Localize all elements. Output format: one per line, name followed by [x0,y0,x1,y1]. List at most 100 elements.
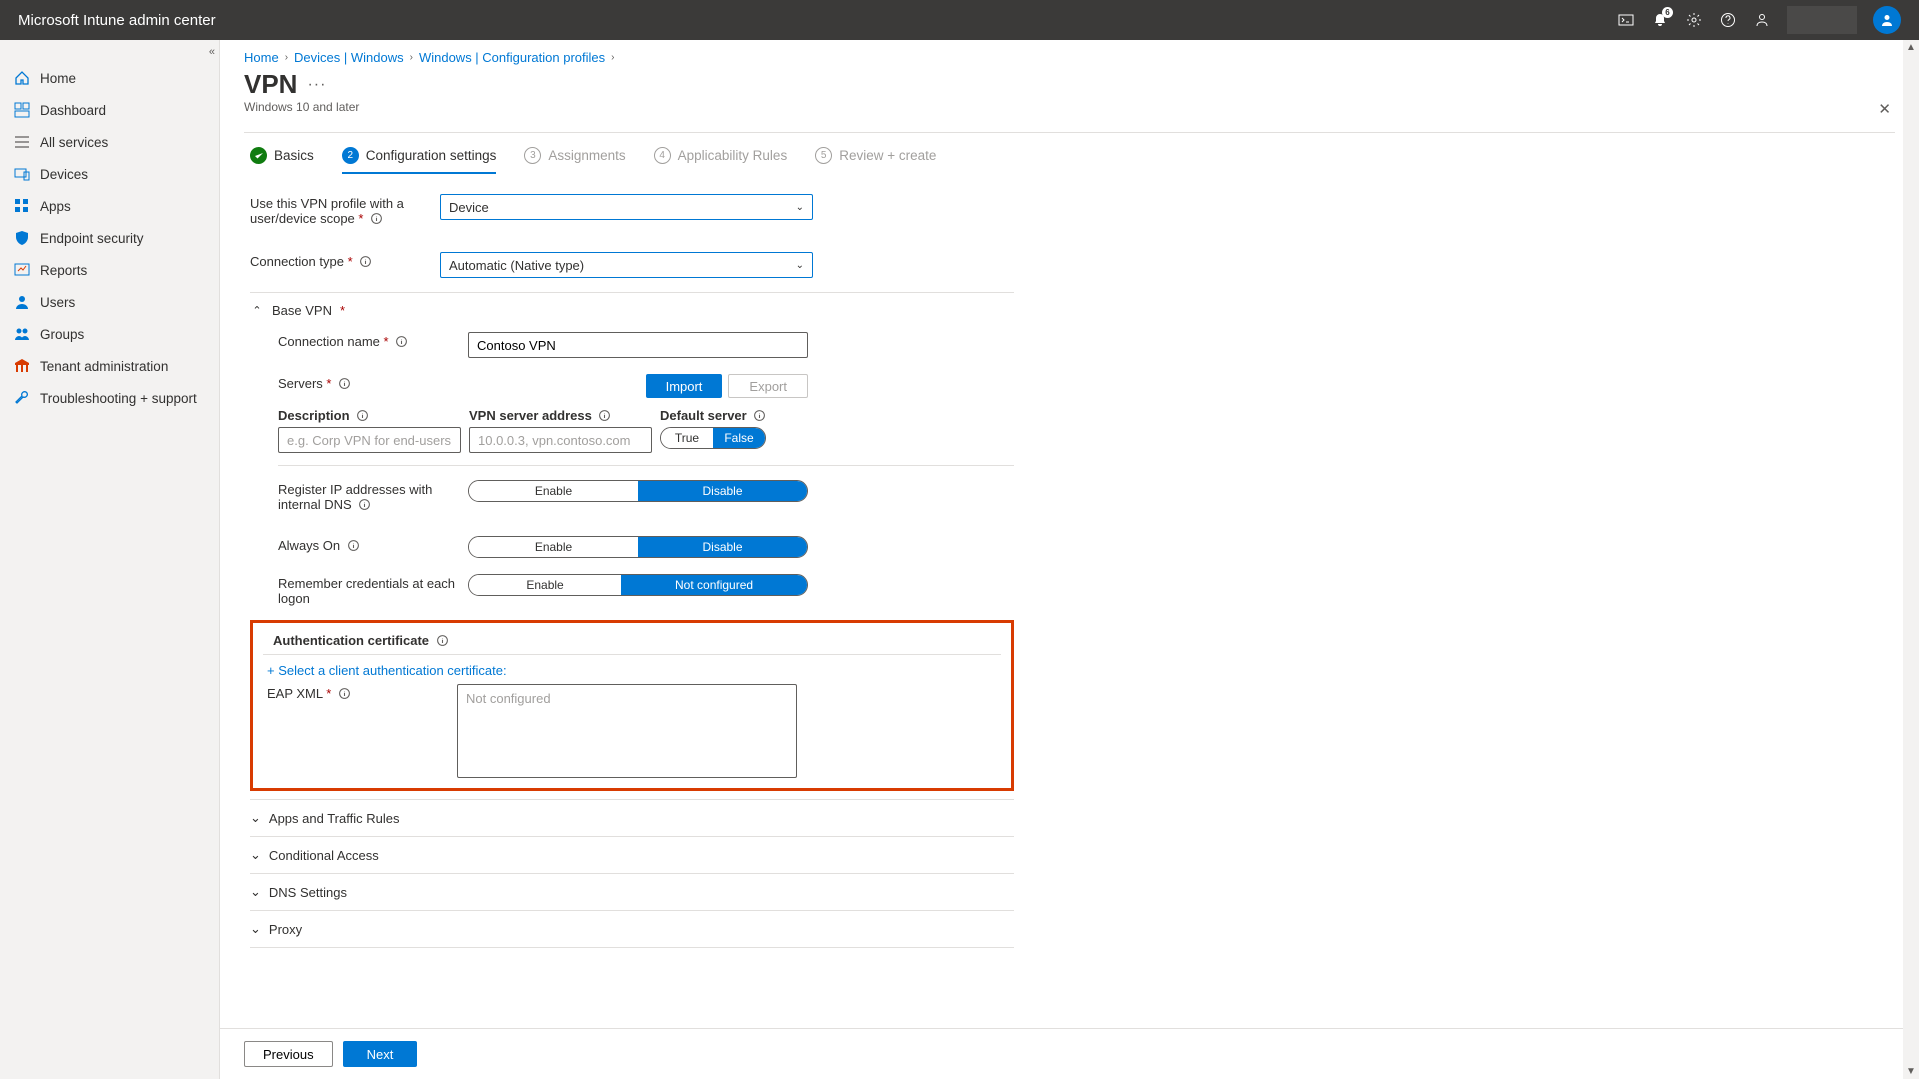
step-applicability[interactable]: 4 Applicability Rules [654,147,788,174]
description-column-label: Description [278,408,461,423]
section-apps-traffic[interactable]: ⌄ Apps and Traffic Rules [250,799,1014,836]
toggle-enable[interactable]: Enable [469,481,638,501]
close-blade-icon[interactable]: ✕ [1878,100,1891,118]
register-dns-toggle[interactable]: Enable Disable [468,480,808,502]
avatar[interactable] [1873,6,1901,34]
apps-icon [14,198,30,214]
cloud-shell-icon[interactable] [1617,11,1635,29]
topbar: Microsoft Intune admin center 6 [0,0,1919,40]
step-label: Assignments [548,148,625,163]
main-content: ✕ ▲ ▼ Home › Devices | Windows › Windows… [220,40,1919,1079]
info-icon[interactable] [395,335,408,348]
sidebar-item-label: Tenant administration [40,359,168,374]
sidebar-item-troubleshooting[interactable]: Troubleshooting + support [0,382,219,414]
connection-name-input[interactable] [468,332,808,358]
breadcrumb-devices[interactable]: Devices | Windows [294,50,404,65]
step-review[interactable]: 5 Review + create [815,147,936,174]
sidebar-item-devices[interactable]: Devices [0,158,219,190]
step-basics[interactable]: Basics [250,147,314,174]
sidebar-item-dashboard[interactable]: Dashboard [0,94,219,126]
toggle-enable[interactable]: Enable [469,537,638,557]
toggle-disable[interactable]: Disable [638,481,807,501]
remember-creds-toggle[interactable]: Enable Not configured [468,574,808,596]
feedback-icon[interactable] [1753,11,1771,29]
sidebar-item-apps[interactable]: Apps [0,190,219,222]
export-button[interactable]: Export [728,374,808,398]
help-icon[interactable] [1719,11,1737,29]
server-address-input[interactable] [469,427,652,453]
sidebar-item-label: Troubleshooting + support [40,391,197,406]
collapse-sidebar-icon[interactable]: « [209,46,215,58]
toggle-false[interactable]: False [713,428,765,448]
next-button[interactable]: Next [343,1041,418,1067]
import-button[interactable]: Import [646,374,723,398]
section-dns-settings[interactable]: ⌄ DNS Settings [250,873,1014,910]
sidebar-item-label: Apps [40,199,71,214]
sidebar-item-tenant[interactable]: Tenant administration [0,350,219,382]
list-icon [14,134,30,150]
report-icon [14,262,30,278]
breadcrumb-home[interactable]: Home [244,50,279,65]
chevron-right-icon: › [611,52,614,63]
toggle-not-configured[interactable]: Not configured [621,575,807,595]
info-icon[interactable] [358,498,371,511]
info-icon[interactable] [598,409,611,422]
sidebar-item-users[interactable]: Users [0,286,219,318]
info-icon[interactable] [753,409,766,422]
connection-type-select[interactable]: Automatic (Native type)⌄ [440,252,813,278]
sidebar: « Home Dashboard All services Devices Ap… [0,40,220,1079]
scope-label: Use this VPN profile with a user/device … [250,194,440,226]
info-icon[interactable] [370,212,383,225]
shield-icon [14,230,30,246]
step-configuration[interactable]: 2 Configuration settings [342,147,497,174]
settings-icon[interactable] [1685,11,1703,29]
server-description-input[interactable] [278,427,461,453]
info-icon[interactable] [338,687,351,700]
notifications-icon[interactable]: 6 [1651,11,1669,29]
section-base-vpn[interactable]: ⌃ Base VPN * [250,292,1014,324]
scope-select[interactable]: Device⌄ [440,194,813,220]
step-label: Applicability Rules [678,148,788,163]
connection-name-label: Connection name * [278,332,468,349]
info-icon[interactable] [347,539,360,552]
more-actions-icon[interactable]: ··· [307,76,326,94]
breadcrumb-profiles[interactable]: Windows | Configuration profiles [419,50,605,65]
toggle-enable[interactable]: Enable [469,575,621,595]
section-conditional-access[interactable]: ⌄ Conditional Access [250,836,1014,873]
sidebar-item-reports[interactable]: Reports [0,254,219,286]
section-proxy[interactable]: ⌄ Proxy [250,910,1014,948]
toggle-true[interactable]: True [661,428,713,448]
step-assignments[interactable]: 3 Assignments [524,147,625,174]
sidebar-item-all-services[interactable]: All services [0,126,219,158]
chevron-right-icon: › [285,52,288,63]
toggle-disable[interactable]: Disable [638,537,807,557]
sidebar-item-label: Home [40,71,76,86]
notification-badge: 6 [1662,7,1673,18]
sidebar-item-label: All services [40,135,108,150]
sidebar-item-label: Reports [40,263,87,278]
info-icon[interactable] [338,377,351,390]
info-icon[interactable] [436,634,449,647]
default-server-label: Default server [660,408,766,423]
register-dns-label: Register IP addresses with internal DNS [278,480,468,512]
auth-cert-heading: Authentication certificate [263,631,1001,654]
tenant-icon [14,358,30,374]
servers-label: Servers * [278,374,468,391]
eap-xml-textarea[interactable] [457,684,797,778]
chevron-down-icon: ⌄ [796,202,804,213]
sidebar-item-label: Groups [40,327,84,342]
app-title: Microsoft Intune admin center [18,12,216,29]
connection-type-label: Connection type * [250,252,440,269]
scrollbar[interactable]: ▲ ▼ [1903,40,1919,1079]
default-server-toggle[interactable]: True False [660,427,766,449]
sidebar-item-home[interactable]: Home [0,62,219,94]
sidebar-item-endpoint-security[interactable]: Endpoint security [0,222,219,254]
always-on-toggle[interactable]: Enable Disable [468,536,808,558]
sidebar-item-groups[interactable]: Groups [0,318,219,350]
previous-button[interactable]: Previous [244,1041,333,1067]
page-title: VPN [244,69,297,100]
info-icon[interactable] [359,255,372,268]
select-cert-link[interactable]: + Select a client authentication certifi… [263,661,1001,684]
step-label: Review + create [839,148,936,163]
info-icon[interactable] [356,409,369,422]
